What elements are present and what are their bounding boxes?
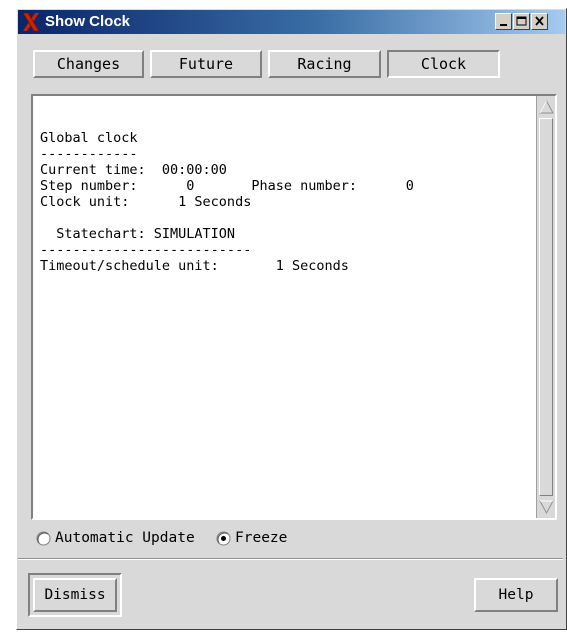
vertical-scrollbar[interactable] — [536, 96, 555, 518]
clock-info-text-area[interactable]: Global clock ------------ Current time: … — [33, 96, 536, 518]
close-icon — [535, 16, 544, 26]
minimize-icon — [500, 24, 507, 26]
scroll-up-arrow-icon[interactable] — [538, 98, 555, 116]
update-mode-radio-group: Automatic Update Freeze — [0, 530, 567, 550]
close-button[interactable] — [531, 13, 548, 30]
scroll-down-arrow-icon[interactable] — [538, 498, 555, 516]
clock-info-text: Global clock ------------ Current time: … — [40, 130, 414, 274]
freeze-radio[interactable]: Freeze — [216, 530, 287, 546]
tab-changes[interactable]: Changes — [33, 50, 144, 78]
radio-unselected-icon — [36, 531, 51, 545]
title-bar[interactable]: Show Clock — [18, 10, 565, 34]
freeze-label: Freeze — [235, 530, 288, 546]
radio-selected-icon — [216, 531, 231, 545]
dismiss-button[interactable]: Dismiss — [33, 578, 117, 612]
tab-clock[interactable]: Clock — [387, 50, 500, 78]
tab-future[interactable]: Future — [150, 50, 262, 78]
help-button[interactable]: Help — [474, 578, 558, 612]
clock-info-pane: Global clock ------------ Current time: … — [31, 94, 557, 520]
tab-racing[interactable]: Racing — [268, 50, 381, 78]
automatic-update-radio[interactable]: Automatic Update — [36, 530, 195, 546]
maximize-button[interactable] — [513, 13, 530, 30]
divider — [18, 558, 563, 560]
window-title: Show Clock — [45, 13, 131, 30]
scrollbar-thumb[interactable] — [539, 118, 553, 496]
maximize-icon — [516, 16, 527, 26]
automatic-update-label: Automatic Update — [55, 530, 195, 546]
x-logo-icon — [20, 11, 42, 33]
minimize-button[interactable] — [495, 13, 512, 30]
